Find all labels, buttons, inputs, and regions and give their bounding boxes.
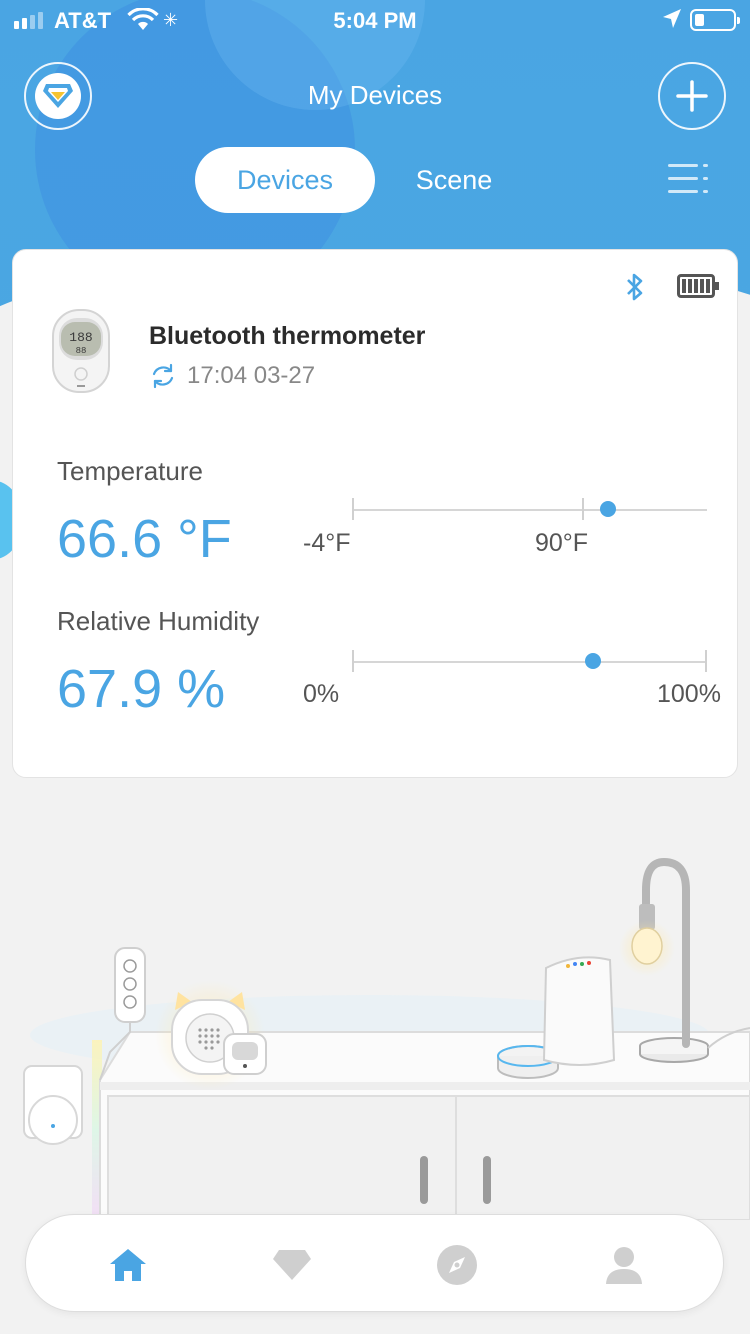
page-title: My Devices bbox=[307, 80, 443, 110]
location-arrow-icon bbox=[662, 8, 682, 36]
battery-full-icon bbox=[677, 274, 719, 298]
status-time: 5:04 PM bbox=[333, 8, 417, 33]
humidity-range-tick-min bbox=[352, 650, 354, 672]
profile-icon[interactable] bbox=[602, 1243, 646, 1287]
smart-home-illustration bbox=[23, 857, 750, 1220]
humidity-level-dot bbox=[585, 653, 602, 669]
temperature-range-track bbox=[353, 509, 707, 511]
humidity-value: 67.9 % bbox=[57, 659, 226, 719]
thermometer-device-image: 188 88 bbox=[52, 309, 110, 393]
humidity-min-label: 0% bbox=[303, 680, 340, 708]
humidity-max-label: 100% bbox=[657, 680, 721, 708]
temperature-min-label: -4°F bbox=[303, 529, 351, 557]
list-menu-icon[interactable] bbox=[668, 162, 710, 196]
home-icon[interactable] bbox=[106, 1243, 150, 1287]
humidity-range-track bbox=[353, 661, 707, 663]
temperature-label: Temperature bbox=[57, 456, 203, 486]
plus-icon bbox=[676, 80, 708, 112]
humidity-range-tick-max bbox=[705, 650, 707, 672]
battery-icon bbox=[690, 9, 740, 31]
humidity-label: Relative Humidity bbox=[57, 606, 260, 636]
bottom-tab-bar bbox=[25, 1214, 724, 1312]
last-sync-time: 17:04 03-27 bbox=[187, 362, 316, 389]
temperature-value: 66.6 °F bbox=[57, 509, 232, 569]
svg-text:88: 88 bbox=[76, 346, 87, 356]
device-name: Bluetooth thermometer bbox=[149, 322, 426, 350]
sync-status: 17:04 03-27 bbox=[149, 362, 315, 390]
tab-scene[interactable]: Scene bbox=[390, 147, 518, 213]
compass-icon[interactable] bbox=[435, 1243, 479, 1287]
status-bar: AT&T ✳ 5:04 PM bbox=[0, 0, 750, 40]
sync-icon[interactable] bbox=[149, 362, 177, 390]
temperature-range-tick-min bbox=[352, 498, 354, 520]
temperature-max-label: 90°F bbox=[535, 529, 589, 557]
bluetooth-icon bbox=[623, 272, 647, 307]
diamond-icon[interactable] bbox=[270, 1243, 314, 1287]
temperature-range-tick-max bbox=[582, 498, 584, 520]
svg-text:188: 188 bbox=[69, 330, 92, 345]
device-card[interactable]: 188 88 Bluetooth thermometer 17:04 03-27… bbox=[12, 249, 738, 778]
tab-devices[interactable]: Devices bbox=[195, 147, 375, 213]
temperature-level-dot bbox=[599, 501, 616, 517]
add-device-button[interactable] bbox=[658, 62, 726, 130]
